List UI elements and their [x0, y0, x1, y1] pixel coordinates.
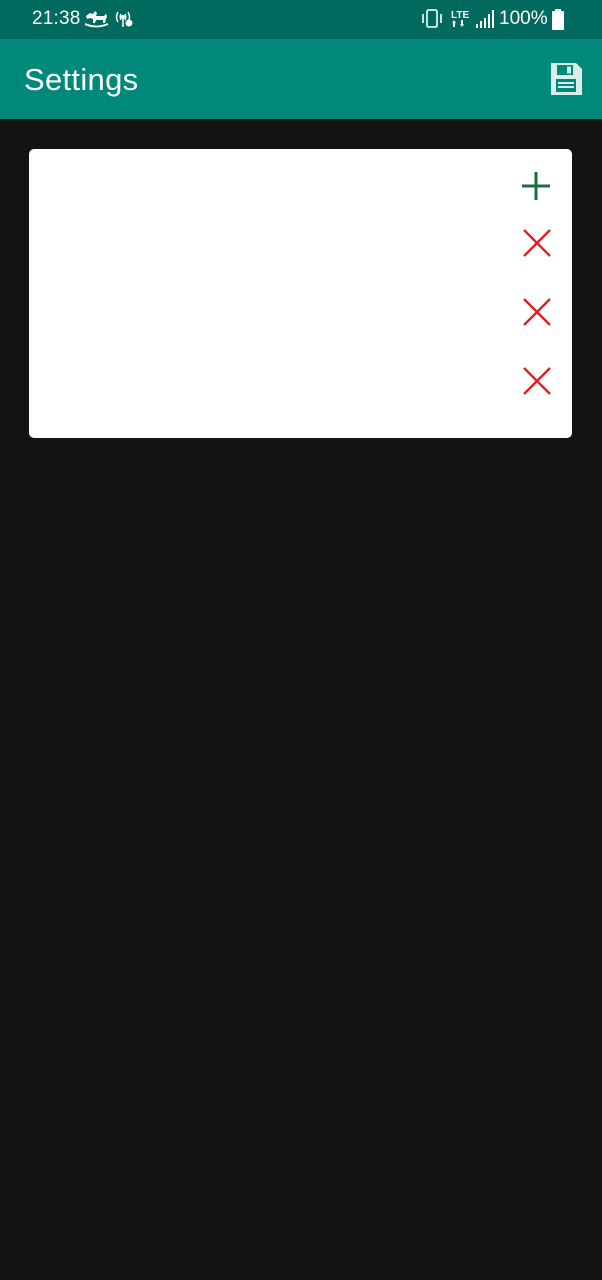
close-icon — [523, 229, 551, 257]
remove-button-2[interactable] — [517, 292, 557, 332]
status-bar: 21:38 LTE 100% — [0, 0, 602, 39]
plus-icon — [522, 172, 550, 200]
lte-icon: LTE — [451, 10, 469, 27]
remove-button-1[interactable] — [517, 223, 557, 263]
close-icon — [523, 298, 551, 326]
app-bar: Settings — [0, 39, 602, 119]
page-title: Settings — [24, 62, 139, 97]
battery-percent: 100% — [499, 8, 548, 29]
add-button[interactable] — [516, 166, 556, 206]
vibrate-icon — [422, 9, 442, 28]
floppy-disk-icon — [551, 63, 582, 95]
status-time: 21:38 — [32, 8, 81, 29]
status-left-icons — [84, 11, 133, 28]
save-button[interactable] — [546, 59, 586, 99]
battery-icon — [552, 9, 564, 30]
signal-icon — [476, 10, 494, 28]
horse-icon — [84, 11, 109, 28]
settings-card — [29, 149, 572, 438]
svg-text:LTE: LTE — [451, 10, 469, 21]
hotspot-icon — [115, 11, 133, 27]
close-icon — [523, 367, 551, 395]
remove-button-3[interactable] — [517, 361, 557, 401]
